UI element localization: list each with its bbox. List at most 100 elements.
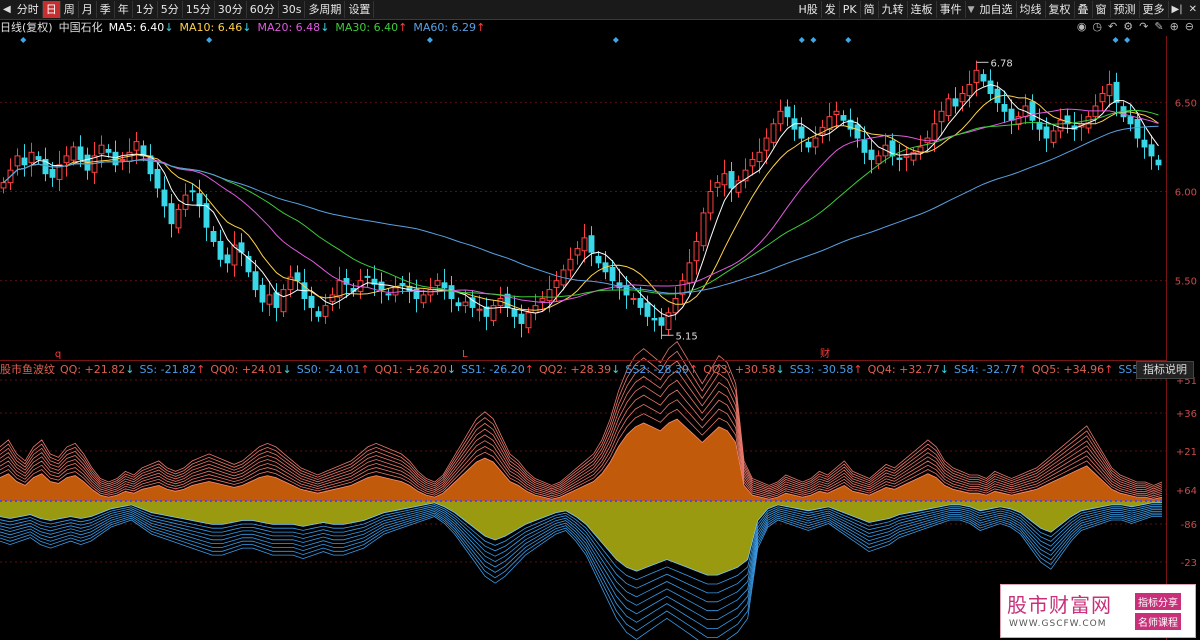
stock-chart-window: ◀ 分时日周月季年 1分 5分 15分 30分 60分 30s 多周期 设置 H股发 PK 简九转连… <box>0 0 1200 640</box>
candle-body <box>70 146 77 161</box>
candle-body <box>161 189 168 207</box>
candle-body <box>336 280 343 298</box>
indicator-tick-label: +36 <box>1176 409 1197 420</box>
event-marker: 财 <box>820 347 830 360</box>
event-marker: q <box>55 349 61 360</box>
candle-body <box>1141 139 1148 148</box>
candle-body <box>693 240 700 262</box>
signal-diamond-icon <box>1124 37 1131 43</box>
signal-diamond-icon <box>612 37 619 43</box>
candle-body <box>1113 81 1120 103</box>
candle-body <box>1106 84 1113 97</box>
low-annotation: 5.15 <box>676 331 698 342</box>
trend-arrow-icon: ↑ <box>853 363 863 376</box>
candle-body <box>784 106 791 118</box>
candle-body <box>294 272 301 282</box>
indicator-tick-label: +21 <box>1176 447 1197 458</box>
candle-body <box>651 317 658 321</box>
candle-body <box>392 287 399 296</box>
candle-body <box>714 182 721 188</box>
indicator-explain-button[interactable]: 指标说明 <box>1136 361 1194 379</box>
panel-divider[interactable] <box>0 360 1166 361</box>
trend-arrow-icon: ↓ <box>775 363 785 376</box>
candle-body <box>672 298 679 314</box>
candle-body <box>980 74 987 82</box>
candle-body <box>329 294 336 302</box>
candle-body <box>1043 126 1050 139</box>
ss-ripple-line <box>0 516 1162 640</box>
candle-body <box>553 280 560 288</box>
indicator-name[interactable]: 股市鱼波纹 <box>0 362 55 378</box>
candle-body <box>1050 130 1057 143</box>
candle-body <box>189 190 196 193</box>
candle-body <box>511 309 518 317</box>
candle-body <box>728 171 735 189</box>
chart-canvas[interactable]: 6.506.005.506.785.15q L 财+51+36+21+64-86-2… <box>0 0 1200 640</box>
candle-body <box>630 298 637 301</box>
candle-body <box>595 255 602 264</box>
candle-body <box>154 168 161 189</box>
candle-body <box>966 84 973 97</box>
candle-body <box>273 292 280 308</box>
candle-body <box>840 115 847 121</box>
candle-body <box>700 212 707 247</box>
trend-arrow-icon: ↑ <box>196 363 206 376</box>
candle-body <box>525 312 532 329</box>
candle-body <box>455 302 462 307</box>
trend-arrow-icon: ↓ <box>611 363 621 376</box>
candle-body <box>1001 104 1008 112</box>
candle-body <box>420 294 427 304</box>
indicator-tick-label: -86 <box>1181 520 1197 531</box>
trend-arrow-icon: ↑ <box>1104 363 1114 376</box>
ss-ripple-line <box>0 507 1162 603</box>
candle-body <box>574 248 581 256</box>
trend-arrow-icon: ↑ <box>360 363 370 376</box>
candle-body <box>399 283 406 286</box>
candle-body <box>686 262 693 284</box>
candle-body <box>0 182 7 189</box>
candle-body <box>315 311 322 317</box>
candle-body <box>854 124 861 139</box>
candle-body <box>868 149 875 160</box>
trend-arrow-icon: ↑ <box>524 363 534 376</box>
candle-body <box>63 155 70 164</box>
candle-body <box>861 139 868 153</box>
candle-body <box>462 301 469 307</box>
candle-body <box>833 110 840 116</box>
ma-line <box>3 108 1159 304</box>
candle-body <box>1029 101 1036 121</box>
candle-body <box>252 271 259 291</box>
candle-body <box>476 308 483 311</box>
candle-body <box>812 137 819 148</box>
indicator-value: QQ: +21.82↓ <box>60 363 135 376</box>
candle-body <box>168 203 175 225</box>
indicator-value: QQ0: +24.01↓ <box>210 363 292 376</box>
indicator-header: 股市鱼波纹 QQ: +21.82↓ SS: -21.82↑ QQ0: +24.01↓… <box>0 362 1200 378</box>
candle-body <box>931 123 938 141</box>
indicator-value: QQ5: +34.96↑ <box>1031 363 1114 376</box>
trend-arrow-icon: ↓ <box>446 363 457 376</box>
candle-body <box>434 280 441 286</box>
candle-body <box>1127 116 1134 125</box>
candle-body <box>322 305 329 317</box>
candle-body <box>266 294 273 305</box>
trend-arrow-icon: ↑ <box>1017 363 1027 376</box>
candle-body <box>1008 108 1015 121</box>
indicator-value: QQ2: +28.39↓ <box>538 363 621 376</box>
candle-body <box>385 293 392 296</box>
price-tick-label: 6.50 <box>1175 98 1197 109</box>
candle-body <box>224 254 231 264</box>
indicator-value: SS: -21.82↑ <box>139 363 206 376</box>
candle-body <box>637 298 644 308</box>
signal-diamond-icon <box>798 37 805 43</box>
candle-body <box>210 230 217 242</box>
candle-body <box>875 155 882 165</box>
candle-body <box>98 144 105 155</box>
candle-body <box>588 235 595 253</box>
candle-body <box>217 240 224 260</box>
candle-body <box>1099 92 1106 103</box>
indicator-value: SS2: -28.39↑ <box>625 363 699 376</box>
candle-body <box>973 69 980 83</box>
candle-body <box>658 317 665 326</box>
candle-body <box>28 151 35 164</box>
